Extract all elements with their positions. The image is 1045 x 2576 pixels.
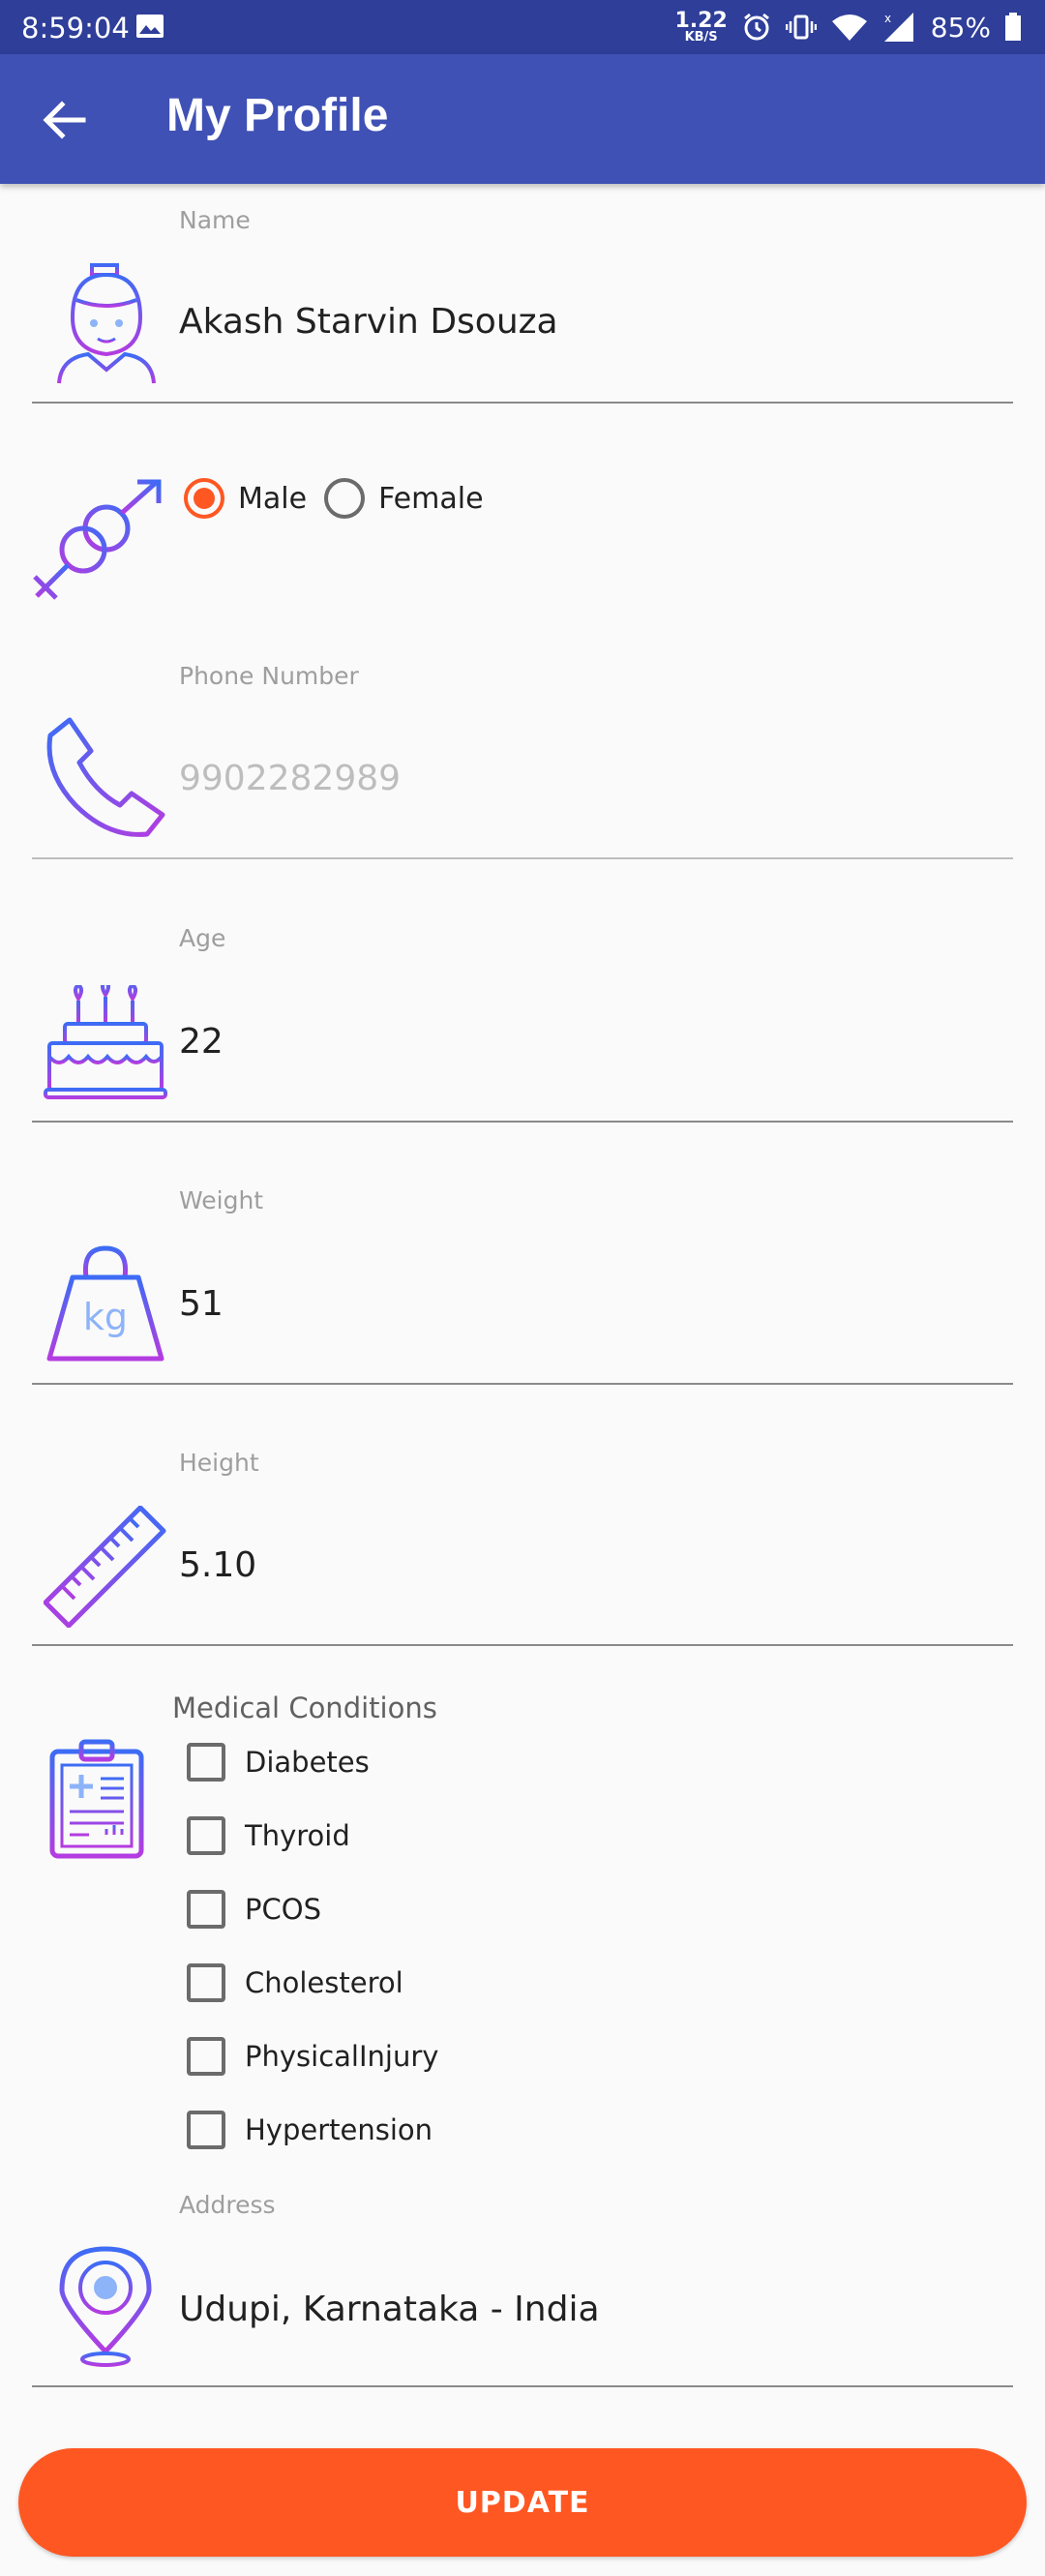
age-underline <box>32 1121 1013 1123</box>
physical-injury-label[interactable]: PhysicalInjury <box>245 2040 438 2073</box>
male-radio[interactable] <box>184 478 224 519</box>
update-button[interactable]: UPDATE <box>18 2448 1027 2557</box>
age-field[interactable]: 22 <box>179 1022 224 1062</box>
weight-icon-text: kg <box>83 1296 128 1338</box>
phone-field[interactable]: 9902282989 <box>179 759 401 798</box>
female-radio[interactable] <box>324 478 366 519</box>
battery-percent: 85% <box>930 11 991 44</box>
hypertension-checkbox[interactable] <box>187 2111 225 2149</box>
medical-clipboard-icon <box>49 1739 144 1859</box>
height-field[interactable]: 5.10 <box>179 1545 256 1585</box>
height-underline <box>32 1644 1013 1646</box>
name-underline <box>32 402 1013 404</box>
image-notification-icon <box>136 15 164 38</box>
condition-pcos[interactable]: PCOS <box>187 1890 321 1929</box>
condition-physical-injury[interactable]: PhysicalInjury <box>187 2037 438 2076</box>
height-label: Height <box>179 1449 259 1477</box>
address-field[interactable]: Udupi, Karnataka - India <box>179 2290 600 2329</box>
hypertension-label[interactable]: Hypertension <box>245 2113 433 2146</box>
medical-conditions-title: Medical Conditions <box>172 1692 437 1724</box>
phone-icon <box>46 717 165 837</box>
address-underline <box>32 2385 1013 2387</box>
diabetes-checkbox[interactable] <box>187 1743 225 1782</box>
battery-icon <box>1005 13 1021 41</box>
condition-thyroid[interactable]: Thyroid <box>187 1816 350 1855</box>
phone-underline <box>32 857 1013 859</box>
condition-diabetes[interactable]: Diabetes <box>187 1743 370 1782</box>
ruler-icon <box>44 1506 166 1628</box>
thyroid-checkbox[interactable] <box>187 1816 225 1855</box>
pcos-label[interactable]: PCOS <box>245 1893 321 1926</box>
vibrate-icon <box>785 15 817 40</box>
thyroid-label[interactable]: Thyroid <box>245 1819 350 1852</box>
svg-text:x: x <box>884 12 891 25</box>
condition-hypertension[interactable]: Hypertension <box>187 2111 433 2149</box>
location-pin-icon <box>59 2246 152 2367</box>
radio-selected-dot <box>194 488 215 509</box>
cholesterol-checkbox[interactable] <box>187 1963 225 2002</box>
phone-label: Phone Number <box>179 662 359 690</box>
network-speed: 1.22 KB/S <box>674 8 728 44</box>
status-time: 8:59:04 <box>21 12 130 45</box>
diabetes-label[interactable]: Diabetes <box>245 1746 370 1779</box>
male-label[interactable]: Male <box>238 482 307 516</box>
physical-injury-checkbox[interactable] <box>187 2037 225 2076</box>
cholesterol-label[interactable]: Cholesterol <box>245 1966 403 1999</box>
gender-radio-group: Male Female <box>184 478 501 519</box>
condition-cholesterol[interactable]: Cholesterol <box>187 1963 403 2002</box>
address-label: Address <box>179 2191 276 2219</box>
status-bar: 8:59:04 1.22 KB/S x 85% <box>0 0 1045 54</box>
person-avatar-icon <box>57 263 156 384</box>
network-speed-value: 1.22 <box>674 8 728 33</box>
back-arrow-icon[interactable] <box>37 93 91 147</box>
alarm-icon <box>743 13 769 41</box>
female-label[interactable]: Female <box>378 482 483 516</box>
birthday-cake-icon <box>44 985 167 1099</box>
app-bar: My Profile <box>0 54 1045 184</box>
gender-icon <box>33 479 162 600</box>
weight-label: Weight <box>179 1186 264 1214</box>
cell-signal-icon: x <box>883 12 913 42</box>
name-label: Name <box>179 206 251 234</box>
weight-underline <box>32 1383 1013 1385</box>
name-field[interactable]: Akash Starvin Dsouza <box>179 302 558 342</box>
pcos-checkbox[interactable] <box>187 1890 225 1929</box>
wifi-icon <box>831 15 867 41</box>
age-label: Age <box>179 924 226 952</box>
page-title: My Profile <box>166 90 389 141</box>
weight-field[interactable]: 51 <box>179 1284 224 1324</box>
weight-kg-icon: kg <box>46 1245 164 1362</box>
